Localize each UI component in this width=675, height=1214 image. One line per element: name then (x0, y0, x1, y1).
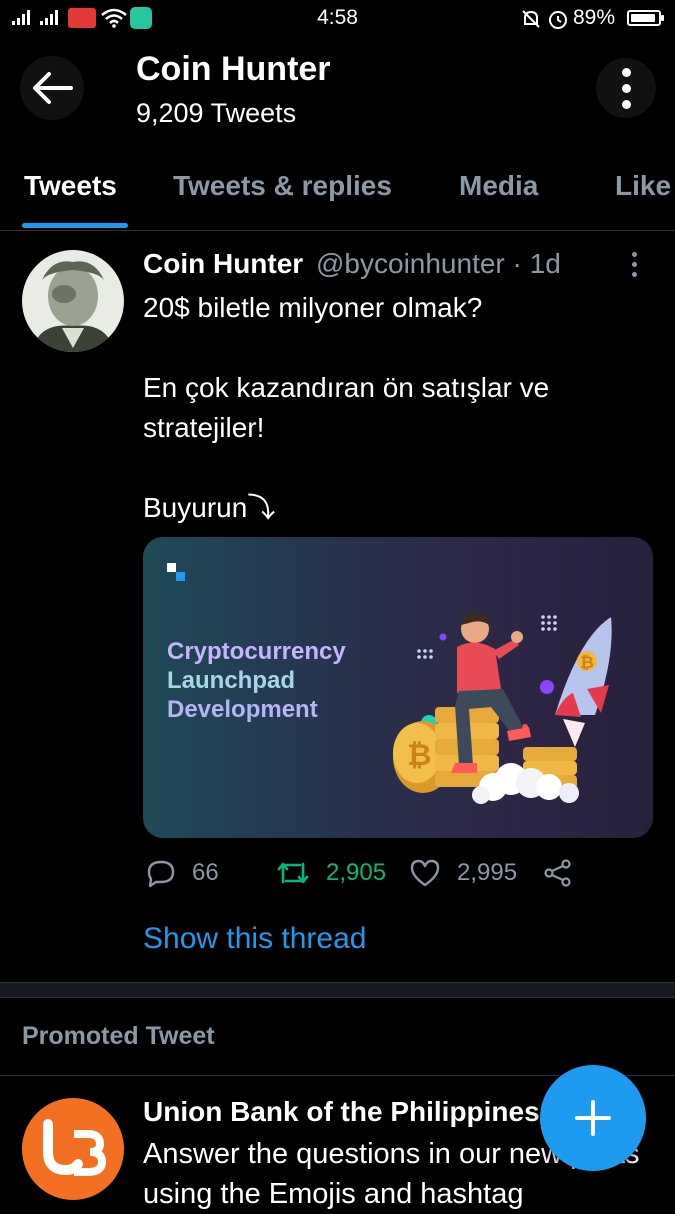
share-icon (544, 859, 571, 887)
retweet-button[interactable]: 2,905 (276, 858, 386, 888)
tab-tweets[interactable]: Tweets (24, 170, 117, 202)
promoted-label: Promoted Tweet (22, 1022, 215, 1050)
author-handle[interactable]: @bycoinhunter · 1d (316, 248, 561, 280)
union-bank-avatar[interactable] (22, 1098, 124, 1200)
author-name[interactable]: Coin Hunter (143, 248, 303, 280)
brand-logo (167, 563, 176, 572)
media-title-line: Cryptocurrency (167, 638, 346, 665)
battery-icon (627, 10, 664, 26)
tweet-more-icon[interactable] (632, 252, 637, 277)
plus-icon (575, 1100, 611, 1136)
profile-tabs: Tweets Tweets & replies Media Like (0, 138, 675, 231)
section-divider (0, 982, 675, 998)
rocket-illustration: ₿ ₿ (393, 612, 612, 804)
compose-tweet-button[interactable] (540, 1065, 646, 1171)
heart-icon (410, 859, 440, 887)
reply-button[interactable]: 66 (146, 858, 219, 888)
battery-percent: 89% (572, 6, 615, 29)
more-vertical-icon (621, 67, 631, 77)
retweet-icon (277, 862, 309, 884)
svg-text:₿: ₿ (580, 653, 594, 672)
media-title-line: Development (167, 696, 318, 723)
more-options-button[interactable] (596, 58, 656, 118)
reply-count: 66 (192, 859, 219, 886)
tweet-line: 20$ biletle milyoner olmak? (143, 292, 483, 323)
tweet-line: En çok kazandıran ön satışlar ve stratej… (143, 372, 550, 443)
tweet-text: 20$ biletle milyoner olmak? En çok kazan… (143, 288, 643, 528)
tab-media[interactable]: Media (459, 170, 538, 202)
tab-tweets-replies[interactable]: Tweets & replies (173, 170, 392, 202)
arrow-left-icon (33, 72, 73, 104)
like-count: 2,995 (457, 859, 518, 886)
profile-header: Coin Hunter 9,209 Tweets (0, 36, 675, 138)
status-bar: 4:58 89% (0, 0, 675, 36)
reply-icon (147, 860, 175, 888)
like-button[interactable]: 2,995 (409, 858, 517, 888)
union-bank-logo-icon (43, 1119, 107, 1176)
active-tab-indicator (22, 223, 128, 228)
tweet-actions: 66 2,905 2,995 (143, 858, 663, 898)
show-thread-link[interactable]: Show this thread (143, 922, 366, 956)
mute-bell-icon (522, 10, 540, 28)
tweet-media-image[interactable]: Cryptocurrency Launchpad Development ₿ ₿ (143, 537, 653, 838)
tab-likes[interactable]: Like (615, 170, 671, 202)
page-title: Coin Hunter (136, 50, 331, 88)
tweet-count: 9,209 Tweets (136, 98, 297, 128)
svg-text:₿: ₿ (407, 739, 431, 772)
media-title: Cryptocurrency Launchpad Development (167, 637, 346, 724)
media-title-line: Launchpad (167, 667, 296, 694)
avatar[interactable] (22, 250, 124, 352)
tweet-line: Buyurun⤵ (143, 492, 276, 523)
alarm-icon (549, 11, 567, 29)
back-button[interactable] (20, 56, 84, 120)
retweet-count: 2,905 (326, 859, 387, 886)
promoted-author-name[interactable]: Union Bank of the Philippines (143, 1096, 540, 1128)
share-button[interactable] (543, 858, 573, 888)
